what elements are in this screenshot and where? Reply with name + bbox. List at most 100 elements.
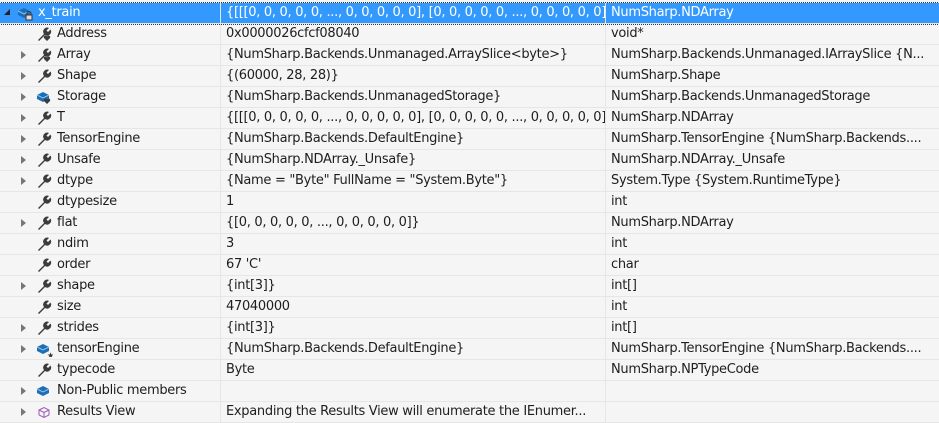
type-cell: NumSharp.NDArray._Unsafe xyxy=(611,152,785,167)
wrench-icon xyxy=(35,299,53,315)
watch-row[interactable]: Unsafe {NumSharp.NDArray._Unsafe} NumSharp… xyxy=(0,150,939,171)
value-cell[interactable]: Byte xyxy=(221,360,606,380)
expand-arrow-icon[interactable] xyxy=(21,345,26,353)
value-cell[interactable]: {NumSharp.Backends.UnmanagedStorage} xyxy=(221,87,606,107)
type-cell: NumSharp.NDArray xyxy=(611,215,734,230)
name-cell: flat xyxy=(0,213,221,233)
value-cell[interactable]: {[[[0, 0, 0, 0, 0, ..., 0, 0, 0, 0, 0], … xyxy=(221,108,606,128)
watch-row[interactable]: dtypesize 1 int xyxy=(0,192,939,213)
wrench-icon xyxy=(35,131,53,147)
watch-row[interactable]: size 47040000 int xyxy=(0,297,939,318)
watch-row[interactable]: Array {NumSharp.Backends.Unmanaged.ArrayS… xyxy=(0,45,939,66)
type-cell: NumSharp.TensorEngine {NumSharp.Backends… xyxy=(611,341,922,356)
value-cell[interactable]: 47040000 xyxy=(221,297,606,317)
wrench-icon xyxy=(35,320,53,336)
results-view-icon xyxy=(35,404,53,420)
type-cell: NumSharp.Backends.Unmanaged.IArraySlice … xyxy=(611,47,925,62)
row-name: typecode xyxy=(57,362,115,377)
watch-row[interactable]: typecode Byte NumSharp.NPTypeCode xyxy=(0,360,939,381)
type-cell xyxy=(606,402,939,422)
value-cell[interactable]: 67 'C' xyxy=(221,255,606,275)
name-cell: size xyxy=(0,297,221,317)
value-cell[interactable]: {NumSharp.Backends.DefaultEngine} xyxy=(221,129,606,149)
wrench-icon xyxy=(35,173,53,189)
name-cell: dtypesize xyxy=(0,192,221,212)
expand-arrow-icon[interactable] xyxy=(21,51,26,59)
wrench-icon xyxy=(35,68,53,84)
row-name: flat xyxy=(57,215,78,230)
watch-row[interactable]: order 67 'C' char xyxy=(0,255,939,276)
watch-row[interactable]: Shape {(60000, 28, 28)} NumSharp.Shape xyxy=(0,66,939,87)
name-cell: ★ tensorEngine xyxy=(0,339,221,359)
expand-arrow-icon[interactable] xyxy=(21,282,26,290)
watch-row[interactable]: strides {int[3]} int[] xyxy=(0,318,939,339)
wrench-heart-icon xyxy=(35,47,53,63)
row-name: Results View xyxy=(57,404,136,419)
name-cell: T xyxy=(0,108,221,128)
expand-arrow-icon[interactable] xyxy=(21,177,26,185)
value-cell[interactable]: {[0, 0, 0, 0, 0, ..., 0, 0, 0, 0, 0]} xyxy=(221,213,606,233)
value-cell[interactable]: {int[3]} xyxy=(221,276,606,296)
watch-row[interactable]: Results View Expanding the Results View w… xyxy=(0,402,939,423)
value-cell[interactable]: {NumSharp.Backends.DefaultEngine} xyxy=(221,339,606,359)
name-cell: typecode xyxy=(0,360,221,380)
watch-row[interactable]: ★ tensorEngine {NumSharp.Backends.DefaultE… xyxy=(0,339,939,360)
expand-arrow-icon[interactable] xyxy=(21,93,26,101)
value-cell[interactable]: {[[[0, 0, 0, 0, 0, ..., 0, 0, 0, 0, 0], … xyxy=(221,3,606,23)
watch-row[interactable]: x_train {[[[0, 0, 0, 0, 0, ..., 0, 0, 0, … xyxy=(0,2,939,25)
value-cell[interactable] xyxy=(221,381,606,401)
name-cell: dtype xyxy=(0,171,221,191)
type-cell: int[] xyxy=(611,278,637,293)
value-cell[interactable]: 1 xyxy=(221,192,606,212)
expand-arrow-icon[interactable] xyxy=(21,114,26,122)
row-name: tensorEngine xyxy=(57,341,140,356)
watch-row[interactable]: T {[[[0, 0, 0, 0, 0, ..., 0, 0, 0, 0, 0],… xyxy=(0,108,939,129)
watch-row[interactable]: ndim 3 int xyxy=(0,234,939,255)
svg-text:★: ★ xyxy=(47,351,53,357)
row-name: T xyxy=(57,110,65,125)
watch-row[interactable]: shape {int[3]} int[] xyxy=(0,276,939,297)
watch-row[interactable]: Non-Public members xyxy=(0,381,939,402)
row-name: order xyxy=(57,257,91,272)
value-cell[interactable]: 0x0000026cfcf08040 xyxy=(221,24,606,44)
object-lock-icon xyxy=(16,5,34,21)
name-cell: x_train xyxy=(0,3,221,23)
expand-arrow-icon[interactable] xyxy=(21,72,26,80)
wrench-icon xyxy=(35,362,53,378)
wrench-icon xyxy=(35,194,53,210)
type-cell: NumSharp.NDArray xyxy=(611,110,734,125)
name-cell: order xyxy=(0,255,221,275)
expand-arrow-icon[interactable] xyxy=(21,387,26,395)
expand-arrow-icon[interactable] xyxy=(21,135,26,143)
type-cell: int[] xyxy=(611,320,637,335)
watch-row[interactable]: Address 0x0000026cfcf08040 void* xyxy=(0,24,939,45)
wrench-icon xyxy=(35,257,53,273)
name-cell: Results View xyxy=(0,402,221,422)
wrench-icon xyxy=(35,110,53,126)
watch-row[interactable]: dtype {Name = "Byte" FullName = "System.B… xyxy=(0,171,939,192)
value-cell[interactable]: {(60000, 28, 28)} xyxy=(221,66,606,86)
value-cell[interactable]: {int[3]} xyxy=(221,318,606,338)
expand-arrow-icon[interactable] xyxy=(21,156,26,164)
value-cell[interactable]: Expanding the Results View will enumerat… xyxy=(221,402,606,422)
type-cell: int xyxy=(611,299,628,314)
watch-row[interactable]: Storage {NumSharp.Backends.UnmanagedStora… xyxy=(0,87,939,108)
name-cell: Storage xyxy=(0,87,221,107)
watch-row[interactable]: flat {[0, 0, 0, 0, 0, ..., 0, 0, 0, 0, 0]… xyxy=(0,213,939,234)
value-cell[interactable]: {Name = "Byte" FullName = "System.Byte"} xyxy=(221,171,606,191)
value-cell[interactable]: {NumSharp.Backends.Unmanaged.ArraySlice<… xyxy=(221,45,606,65)
watch-row[interactable]: TensorEngine {NumSharp.Backends.DefaultEn… xyxy=(0,129,939,150)
type-cell: void* xyxy=(611,26,644,41)
name-cell: Address xyxy=(0,24,221,44)
value-cell[interactable]: 3 xyxy=(221,234,606,254)
name-cell: shape xyxy=(0,276,221,296)
name-cell: Array xyxy=(0,45,221,65)
row-name: Storage xyxy=(57,89,106,104)
value-cell[interactable]: {NumSharp.NDArray._Unsafe} xyxy=(221,150,606,170)
expand-arrow-icon[interactable] xyxy=(21,408,26,416)
collapse-arrow-icon[interactable] xyxy=(4,9,10,15)
name-cell: strides xyxy=(0,318,221,338)
expand-arrow-icon[interactable] xyxy=(21,324,26,332)
name-cell: Shape xyxy=(0,66,221,86)
expand-arrow-icon[interactable] xyxy=(21,219,26,227)
